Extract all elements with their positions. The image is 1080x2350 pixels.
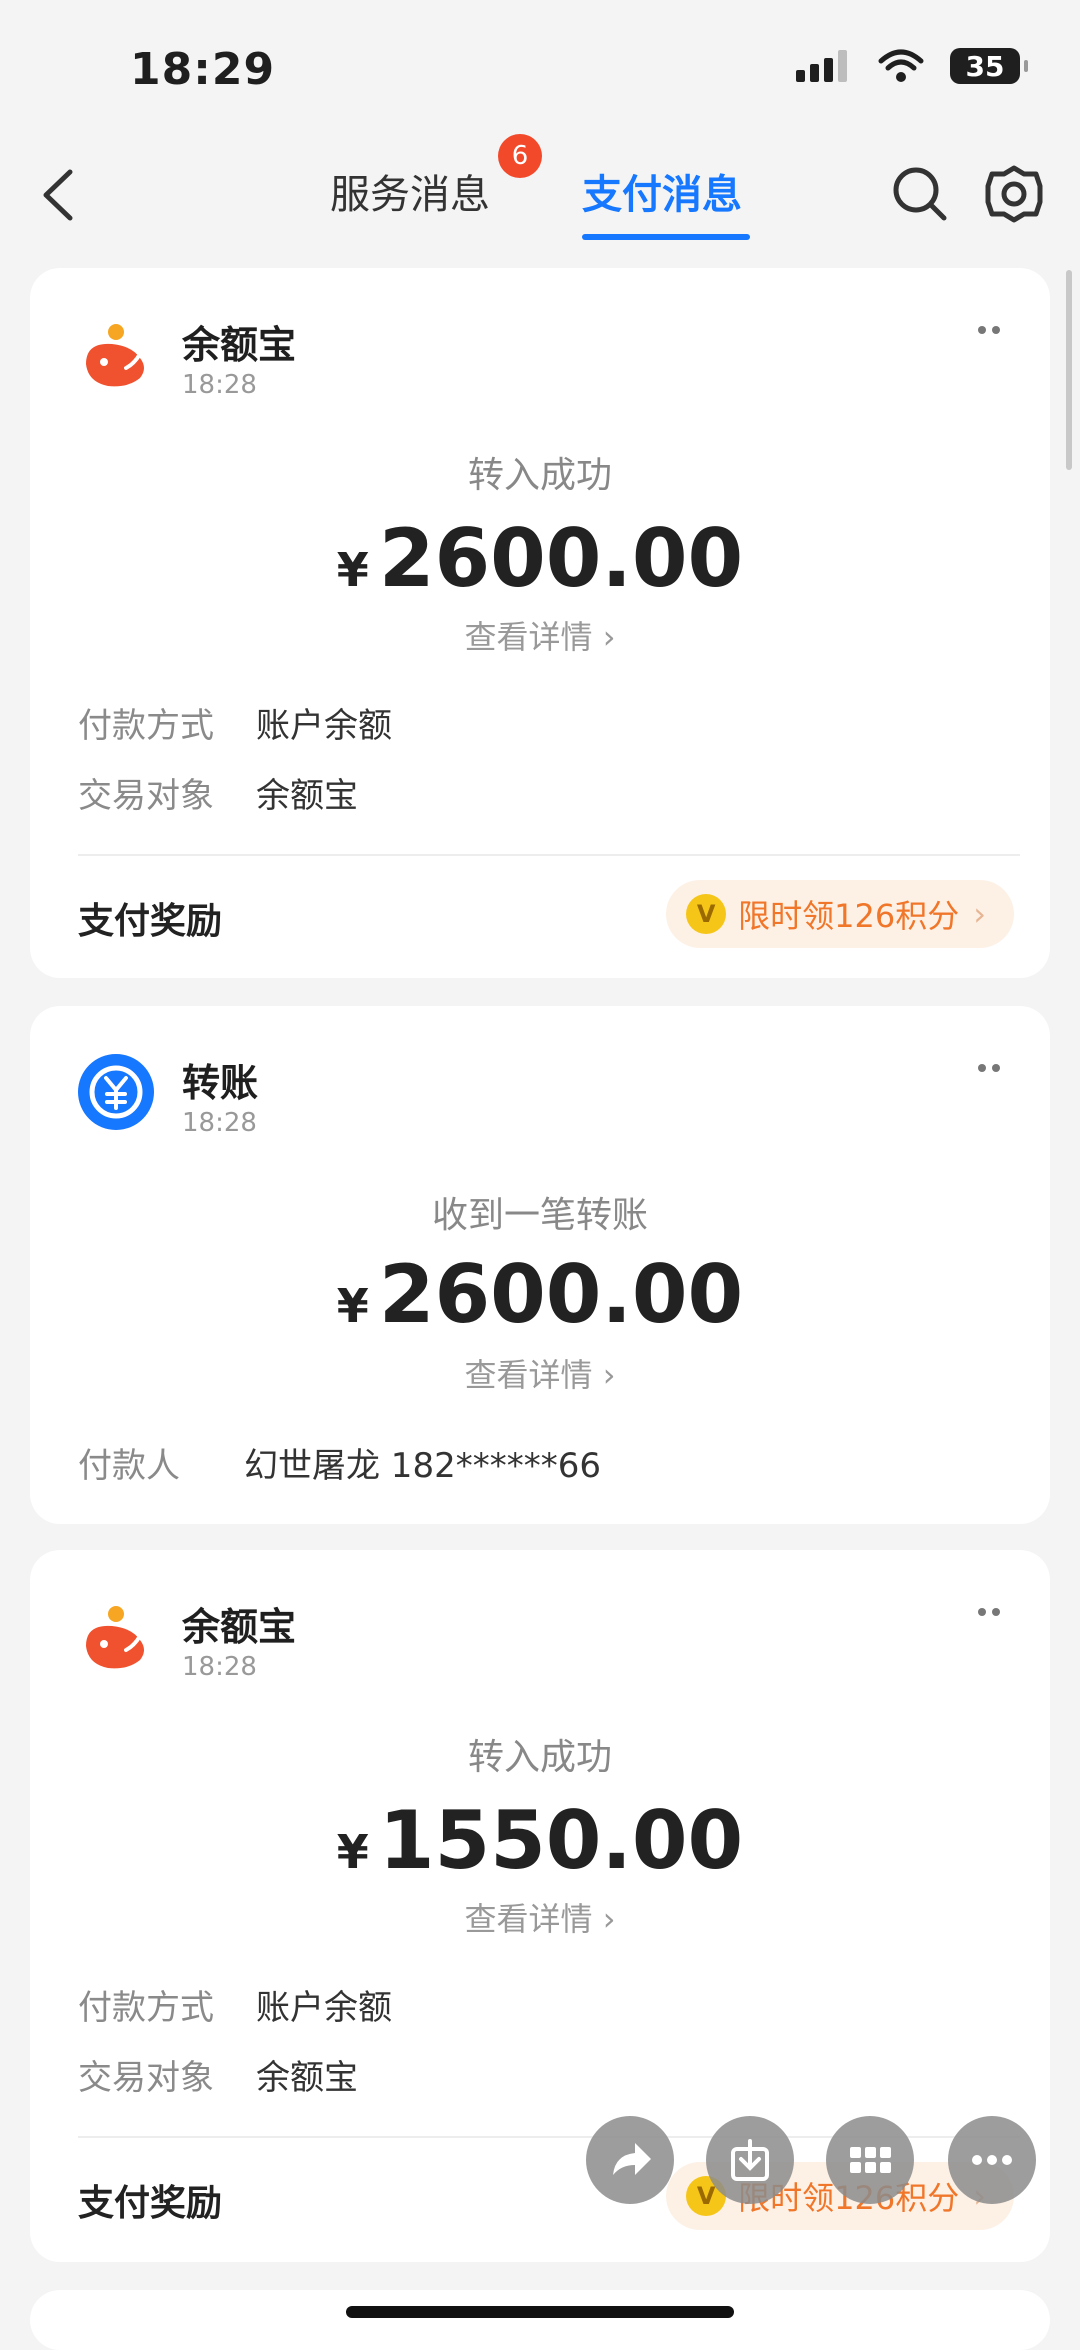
detail-row: 付款方式 账户余额 xyxy=(78,1980,392,2029)
currency-symbol: ¥ xyxy=(336,543,369,597)
chevron-right-icon: › xyxy=(602,1900,616,1938)
payment-card[interactable] xyxy=(30,2290,1050,2350)
message-time: 18:28 xyxy=(182,370,257,400)
amount-value: 1550.00 xyxy=(378,1794,744,1887)
view-details-link[interactable]: 查看详情 › xyxy=(30,612,1050,658)
back-icon xyxy=(43,169,73,221)
more-icon xyxy=(978,1608,986,1616)
settings-button[interactable] xyxy=(980,160,1048,228)
amount: ¥2600.00 xyxy=(30,512,1050,605)
row-value: 余额宝 xyxy=(256,2058,358,2098)
more-icon xyxy=(978,326,986,334)
app-name: 余额宝 xyxy=(182,1605,297,1649)
more-icon xyxy=(992,1608,1000,1616)
tab-payment-messages[interactable]: 支付消息 xyxy=(582,162,742,220)
active-tab-indicator xyxy=(582,234,750,240)
view-details-label: 查看详情 xyxy=(464,1900,593,1938)
chevron-right-icon: › xyxy=(602,1356,616,1394)
message-title: 转入成功 xyxy=(467,1737,612,1778)
amount-value: 2600.00 xyxy=(378,512,744,605)
row-label: 付款人 xyxy=(78,1446,180,1486)
detail-row: 付款方式 账户余额 xyxy=(78,698,392,747)
message-title: 转入成功 xyxy=(467,455,612,496)
more-icon xyxy=(978,1064,986,1072)
row-label: 付款方式 xyxy=(78,1988,214,2028)
detail-row: 交易对象 余额宝 xyxy=(78,2050,358,2099)
card-header: 余额宝 18:28 xyxy=(78,1594,296,1682)
grid-icon xyxy=(850,2147,891,2173)
more-button[interactable] xyxy=(978,326,1000,334)
row-label: 交易对象 xyxy=(78,2058,214,2098)
detail-row: 付款人 幻世屠龙 182******66 xyxy=(78,1438,601,1487)
nav-bar: 服务消息 6 支付消息 xyxy=(0,130,1080,260)
message-title: 收到一笔转账 xyxy=(431,1195,648,1236)
message-time: 18:28 xyxy=(182,1108,257,1138)
row-value: 幻世屠龙 182******66 xyxy=(244,1446,601,1486)
row-value: 余额宝 xyxy=(256,776,358,816)
home-indicator[interactable] xyxy=(346,2306,734,2318)
download-button[interactable] xyxy=(706,2116,794,2204)
battery-indicator: 35 xyxy=(950,48,1028,84)
row-value: 账户余额 xyxy=(256,706,392,746)
row-value: 账户余额 xyxy=(256,1988,392,2028)
currency-symbol: ¥ xyxy=(336,1279,369,1333)
signal-icon xyxy=(796,50,847,82)
status-icons: 35 xyxy=(796,48,1028,84)
more-icon xyxy=(992,326,1000,334)
chevron-right-icon: › xyxy=(973,895,986,933)
amount: ¥2600.00 xyxy=(30,1248,1050,1341)
more-options-button[interactable] xyxy=(948,2116,1036,2204)
more-button[interactable] xyxy=(978,1064,1000,1072)
view-details-link[interactable]: 查看详情 › xyxy=(30,1894,1050,1940)
gear-icon xyxy=(985,165,1043,223)
reward-button[interactable]: V 限时领126积分 › xyxy=(666,880,1014,948)
detail-row: 交易对象 余额宝 xyxy=(78,768,358,817)
unread-badge: 6 xyxy=(498,134,542,178)
row-label: 付款方式 xyxy=(78,706,214,746)
tab-service-messages[interactable]: 服务消息 xyxy=(330,162,490,220)
coin-icon: V xyxy=(686,894,727,934)
app-name: 转账 xyxy=(182,1061,259,1105)
chevron-right-icon: › xyxy=(602,618,616,656)
card-header: 余额宝 18:28 xyxy=(78,312,296,400)
reward-label: 支付奖励 xyxy=(78,2183,223,2224)
ellipsis-icon xyxy=(972,2155,1012,2165)
app-name: 余额宝 xyxy=(182,323,297,367)
divider xyxy=(78,854,1020,856)
card-header: 转账 18:28 xyxy=(78,1050,258,1138)
grid-button[interactable] xyxy=(826,2116,914,2204)
search-icon xyxy=(893,167,947,221)
wifi-icon xyxy=(878,49,924,82)
yuebao-icon xyxy=(86,1606,144,1669)
view-details-label: 查看详情 xyxy=(464,1356,593,1394)
yuebao-icon xyxy=(86,324,144,387)
currency-symbol: ¥ xyxy=(336,1825,369,1879)
status-bar: 18:29 35 xyxy=(0,0,1080,130)
share-icon xyxy=(613,2143,651,2175)
message-time: 18:28 xyxy=(182,1652,257,1682)
row-label: 交易对象 xyxy=(78,776,214,816)
amount: ¥1550.00 xyxy=(30,1794,1050,1887)
reward-text: 限时领126积分 xyxy=(738,897,960,935)
payment-card[interactable]: 转账 18:28 收到一笔转账 ¥2600.00 查看详情 › 付款人 幻世屠龙 … xyxy=(30,1006,1050,1524)
more-button[interactable] xyxy=(978,1608,1000,1616)
search-button[interactable] xyxy=(886,160,954,228)
scrollbar[interactable] xyxy=(1066,270,1072,470)
view-details-label: 查看详情 xyxy=(464,618,593,656)
transfer-icon xyxy=(78,1054,154,1130)
amount-value: 2600.00 xyxy=(378,1248,744,1341)
view-details-link[interactable]: 查看详情 › xyxy=(30,1350,1050,1396)
more-icon xyxy=(992,1064,1000,1072)
reward-label: 支付奖励 xyxy=(78,901,223,942)
payment-card[interactable]: 余额宝 18:28 转入成功 ¥2600.00 查看详情 › 付款方式 账户余额 … xyxy=(30,268,1050,978)
download-icon xyxy=(731,2139,769,2181)
share-button[interactable] xyxy=(586,2116,674,2204)
status-time: 18:29 xyxy=(130,44,276,95)
back-button[interactable] xyxy=(30,160,90,230)
